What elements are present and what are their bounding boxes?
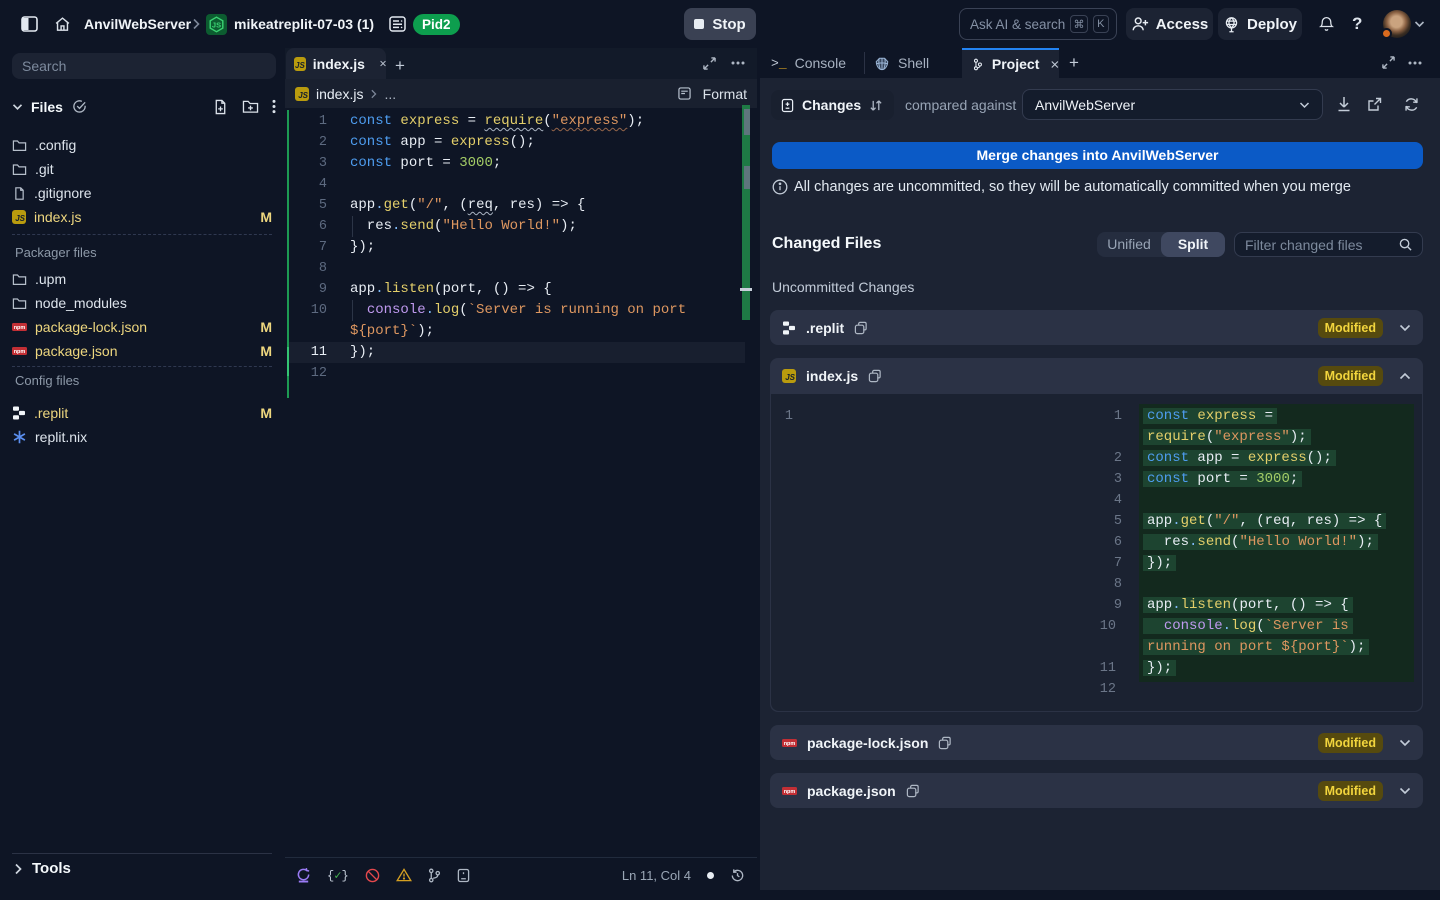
svg-text:JS: JS [212, 20, 221, 29]
svg-text:npm: npm [14, 349, 26, 355]
svg-text:npm: npm [784, 789, 796, 795]
svg-text:npm: npm [14, 325, 26, 331]
svg-text:npm: npm [784, 741, 796, 747]
